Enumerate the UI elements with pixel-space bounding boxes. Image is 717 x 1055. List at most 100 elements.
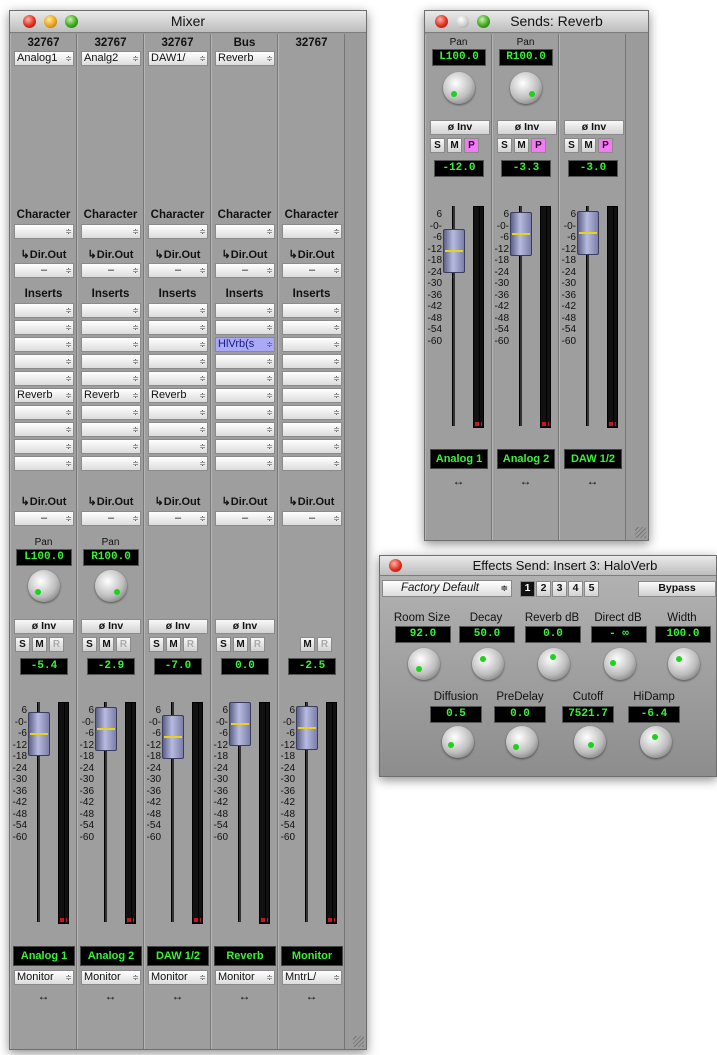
width-arrows-icon[interactable]: ↔	[426, 474, 491, 488]
insert-slot[interactable]: ≑	[148, 422, 208, 437]
insert-slot[interactable]: ≑	[282, 337, 342, 352]
insert-slot[interactable]: ≑	[81, 354, 141, 369]
zoom-icon[interactable]	[65, 15, 78, 28]
send-fader[interactable]	[577, 211, 599, 256]
solo-button[interactable]: S	[497, 138, 512, 153]
character-select[interactable]: ≑	[81, 224, 141, 239]
send-fader[interactable]	[443, 228, 465, 273]
param-knob[interactable]	[442, 726, 474, 758]
record-button[interactable]: R	[317, 637, 332, 652]
width-arrows-icon[interactable]: ↔	[212, 989, 277, 1003]
character-select[interactable]: ≑	[215, 224, 275, 239]
insert-slot[interactable]: ≑	[14, 354, 74, 369]
volume-fader[interactable]	[95, 707, 117, 752]
phase-invert-button[interactable]: ø Inv	[14, 619, 74, 634]
resize-grip-icon[interactable]	[635, 527, 646, 538]
mixer-title-bar[interactable]: Mixer	[10, 11, 366, 33]
record-button[interactable]: R	[250, 637, 265, 652]
insert-slot[interactable]: ≑	[282, 405, 342, 420]
resize-grip-icon[interactable]	[353, 1036, 364, 1047]
insert-slot[interactable]: ≑	[14, 371, 74, 386]
insert-slot[interactable]: ≑	[215, 456, 275, 471]
mute-button[interactable]: M	[166, 637, 181, 652]
phase-invert-button[interactable]: ø Inv	[430, 120, 490, 135]
character-select[interactable]: ≑	[14, 224, 74, 239]
insert-slot[interactable]: ≑	[215, 439, 275, 454]
insert-slot[interactable]: ≑	[215, 405, 275, 420]
width-arrows-icon[interactable]: ↔	[493, 474, 558, 488]
zoom-icon[interactable]	[477, 15, 490, 28]
volume-fader[interactable]	[229, 701, 251, 746]
insert-slot-tab[interactable]: 5	[584, 581, 599, 597]
dir-out-select[interactable]: – ≑	[215, 263, 275, 278]
insert-slot[interactable]: Reverb ≑	[148, 388, 208, 403]
preset-select[interactable]: Factory Default ≑	[382, 580, 512, 597]
width-arrows-icon[interactable]: ↔	[145, 989, 210, 1003]
param-knob[interactable]	[668, 648, 700, 680]
input-select[interactable]: Reverb ≑	[215, 51, 275, 66]
width-arrows-icon[interactable]: ↔	[560, 474, 625, 488]
character-select[interactable]: ≑	[148, 224, 208, 239]
param-knob[interactable]	[604, 648, 636, 680]
mute-button[interactable]: M	[233, 637, 248, 652]
insert-slot[interactable]: ≑	[14, 320, 74, 335]
output-select[interactable]: Monitor ≑	[14, 970, 74, 985]
insert-slot[interactable]: ≑	[215, 303, 275, 318]
insert-slot[interactable]: ≑	[148, 405, 208, 420]
insert-slot[interactable]: ≑	[215, 320, 275, 335]
dir-out-select[interactable]: – ≑	[215, 511, 275, 526]
sends-title-bar[interactable]: Sends: Reverb	[425, 11, 648, 33]
insert-slot[interactable]: Reverb ≑	[14, 388, 74, 403]
output-select[interactable]: MntrL/ ≑	[282, 970, 342, 985]
character-select[interactable]: ≑	[282, 224, 342, 239]
phase-invert-button[interactable]: ø Inv	[497, 120, 557, 135]
dir-out-select[interactable]: – ≑	[14, 263, 74, 278]
insert-slot[interactable]: ≑	[148, 439, 208, 454]
pre-post-button[interactable]: P	[464, 138, 479, 153]
pan-knob[interactable]	[510, 72, 542, 104]
insert-slot-tab[interactable]: 4	[568, 581, 583, 597]
solo-button[interactable]: S	[564, 138, 579, 153]
solo-button[interactable]: S	[15, 637, 30, 652]
solo-button[interactable]: S	[82, 637, 97, 652]
mute-button[interactable]: M	[514, 138, 529, 153]
solo-button[interactable]: S	[149, 637, 164, 652]
insert-slot[interactable]: ≑	[81, 320, 141, 335]
dir-out-select[interactable]: – ≑	[81, 511, 141, 526]
insert-slot[interactable]: ≑	[215, 422, 275, 437]
param-knob[interactable]	[472, 648, 504, 680]
insert-slot[interactable]: ≑	[148, 337, 208, 352]
insert-slot[interactable]: ≑	[282, 303, 342, 318]
minimize-icon[interactable]	[456, 15, 469, 28]
volume-fader[interactable]	[162, 714, 184, 759]
insert-slot[interactable]: ≑	[81, 337, 141, 352]
insert-slot[interactable]: ≑	[14, 303, 74, 318]
insert-slot[interactable]: ≑	[81, 456, 141, 471]
insert-slot[interactable]: ≑	[81, 439, 141, 454]
param-knob[interactable]	[538, 648, 570, 680]
insert-slot[interactable]: ≑	[215, 354, 275, 369]
pre-post-button[interactable]: P	[598, 138, 613, 153]
insert-slot[interactable]: ≑	[215, 371, 275, 386]
mute-button[interactable]: M	[32, 637, 47, 652]
insert-slot[interactable]: ≑	[282, 456, 342, 471]
insert-slot[interactable]: Reverb ≑	[81, 388, 141, 403]
output-select[interactable]: Monitor ≑	[81, 970, 141, 985]
mute-button[interactable]: M	[99, 637, 114, 652]
insert-slot[interactable]: ≑	[282, 371, 342, 386]
insert-slot[interactable]: ≑	[282, 439, 342, 454]
dir-out-select[interactable]: – ≑	[148, 263, 208, 278]
phase-invert-button[interactable]: ø Inv	[564, 120, 624, 135]
pre-post-button[interactable]: P	[531, 138, 546, 153]
output-select[interactable]: Monitor ≑	[148, 970, 208, 985]
insert-slot[interactable]: ≑	[148, 320, 208, 335]
record-button[interactable]: R	[49, 637, 64, 652]
mute-button[interactable]: M	[300, 637, 315, 652]
output-select[interactable]: Monitor ≑	[215, 970, 275, 985]
record-button[interactable]: R	[183, 637, 198, 652]
mute-button[interactable]: M	[447, 138, 462, 153]
dir-out-select[interactable]: – ≑	[282, 511, 342, 526]
insert-slot-tab[interactable]: 2	[536, 581, 551, 597]
dir-out-select[interactable]: – ≑	[148, 511, 208, 526]
volume-fader[interactable]	[296, 706, 318, 751]
